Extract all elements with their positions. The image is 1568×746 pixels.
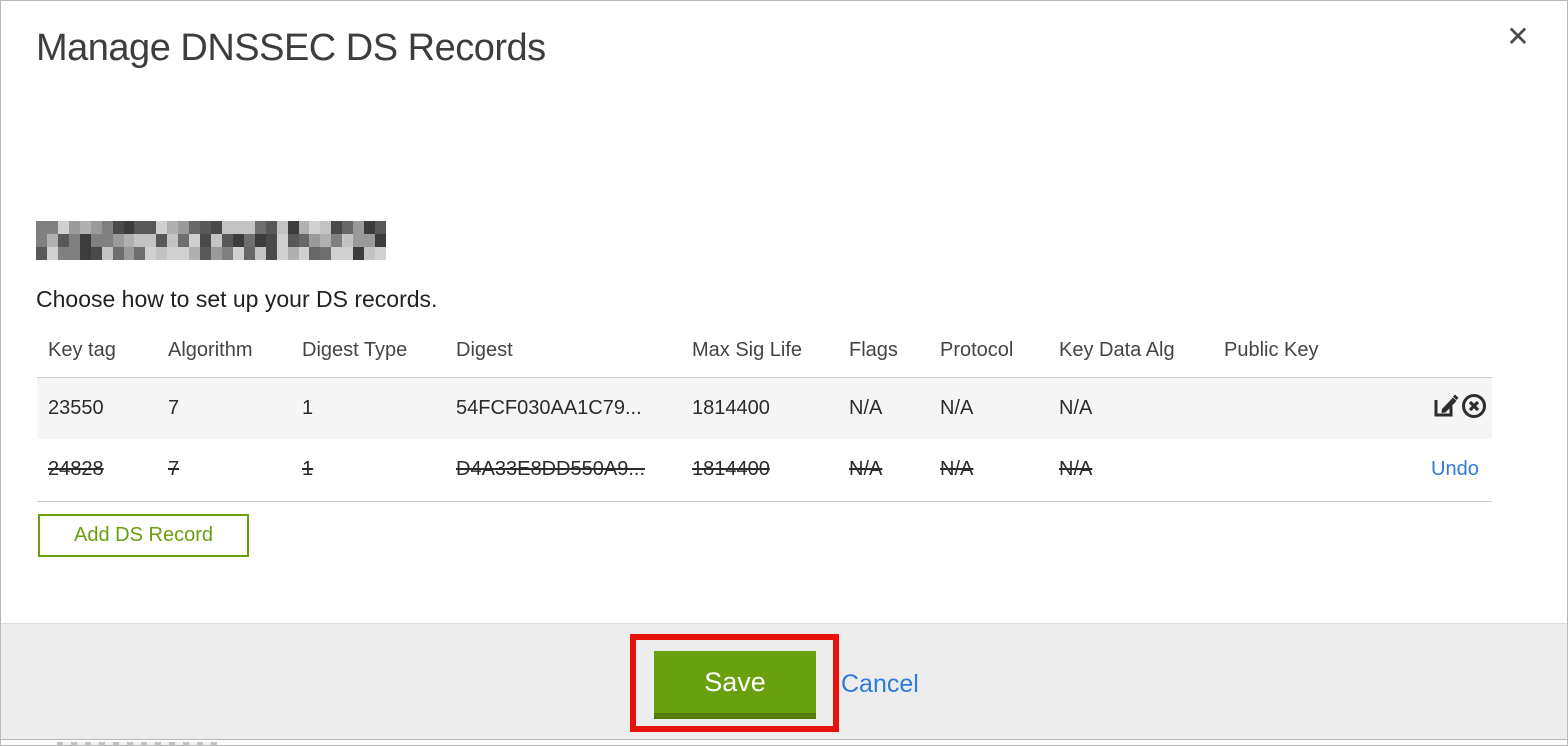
cell-protocol: N/A	[940, 396, 974, 419]
dnssec-modal: Manage DNSSEC DS Records ✕ Choose how to…	[0, 0, 1568, 746]
cell-key-data-alg: N/A	[1059, 396, 1093, 419]
col-header-protocol: Protocol	[940, 339, 1014, 362]
page-title: Manage DNSSEC DS Records	[36, 27, 546, 69]
col-header-key-tag: Key tag	[48, 339, 116, 362]
cell-digest: 54FCF030AA1C79...	[456, 396, 642, 419]
instruction-text: Choose how to set up your DS records.	[36, 286, 438, 312]
cell-max-sig-life: 1814400	[692, 458, 770, 481]
cell-algorithm: 7	[168, 458, 180, 481]
col-header-actions	[1420, 331, 1492, 377]
col-header-max-sig-life: Max Sig Life	[692, 339, 803, 362]
page-behind-content	[57, 742, 217, 745]
col-header-algorithm: Algorithm	[168, 339, 253, 362]
table-header-row: Key tag Algorithm Digest Type Digest Max…	[37, 331, 1492, 377]
table-row-deleted: 24828 7 1 D4A33E8DD550A9... 1814400 N/A …	[37, 439, 1492, 501]
page-behind-modal	[2, 741, 1567, 745]
cell-key-data-alg: N/A	[1059, 458, 1093, 481]
cell-digest-type: 1	[302, 396, 314, 419]
cell-flags: N/A	[849, 396, 883, 419]
cell-key-tag: 24828	[48, 458, 104, 481]
col-header-digest: Digest	[456, 339, 513, 362]
close-icon[interactable]: ✕	[1500, 19, 1536, 55]
cell-protocol: N/A	[940, 458, 974, 481]
save-button[interactable]: Save	[654, 651, 816, 719]
delete-icon[interactable]	[1460, 391, 1488, 419]
ds-records-table: Key tag Algorithm Digest Type Digest Max…	[37, 331, 1492, 502]
cell-algorithm: 7	[168, 396, 180, 419]
col-header-flags: Flags	[849, 339, 898, 362]
edit-icon[interactable]	[1431, 391, 1459, 419]
cell-digest: D4A33E8DD550A9...	[456, 458, 646, 481]
col-header-key-data-alg: Key Data Alg	[1059, 339, 1175, 362]
cell-key-tag: 23550	[48, 396, 104, 419]
add-ds-record-button[interactable]: Add DS Record	[38, 514, 249, 557]
redacted-domain-name	[36, 221, 386, 260]
cancel-link[interactable]: Cancel	[841, 670, 919, 699]
table-row: 23550 7 1 54FCF030AA1C79... 1814400 N/A …	[37, 377, 1492, 439]
cell-digest-type: 1	[302, 458, 314, 481]
undo-link[interactable]: Undo	[1431, 458, 1485, 480]
cell-max-sig-life: 1814400	[692, 396, 770, 419]
col-header-public-key: Public Key	[1224, 339, 1319, 362]
cell-flags: N/A	[849, 458, 883, 481]
col-header-digest-type: Digest Type	[302, 339, 408, 362]
